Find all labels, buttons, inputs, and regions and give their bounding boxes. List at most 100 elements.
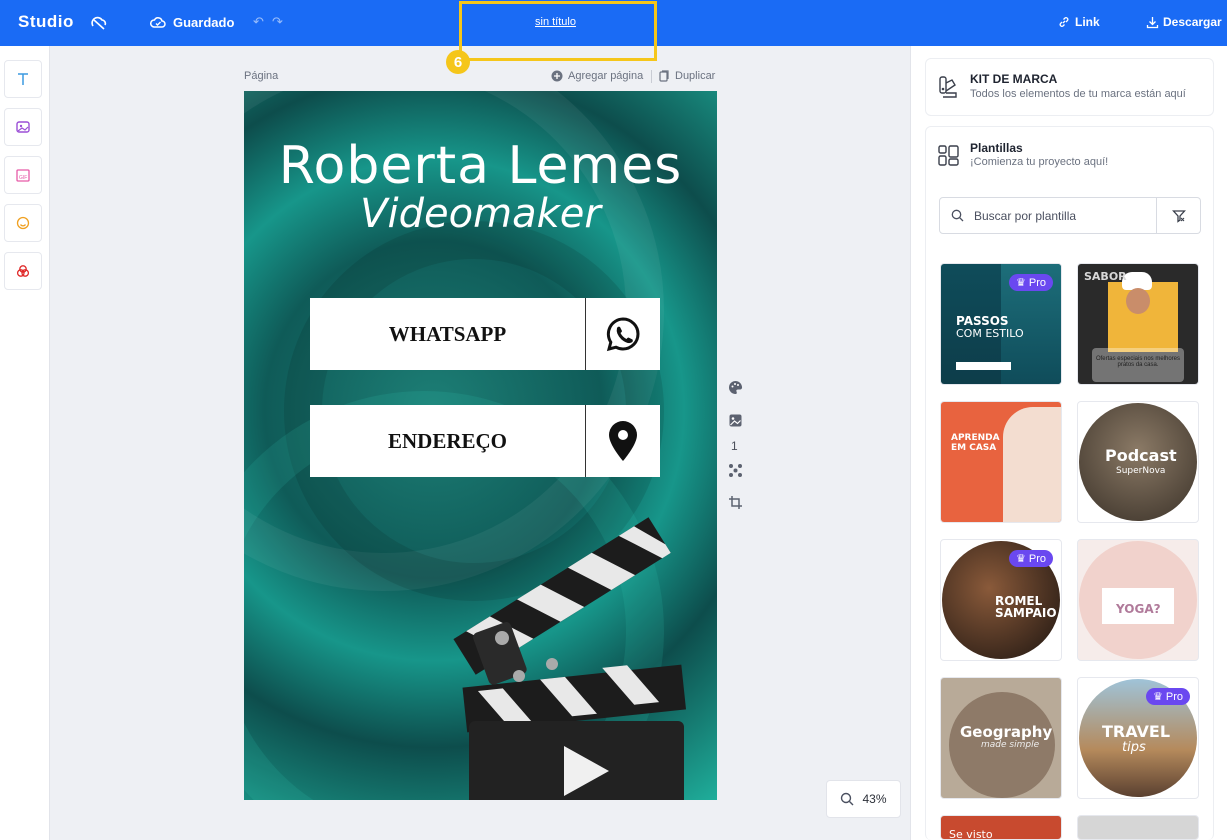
- step-badge: 6: [446, 50, 470, 74]
- search-placeholder: Buscar por plantilla: [974, 208, 1077, 223]
- design-role-text[interactable]: Videomaker: [244, 191, 717, 237]
- zoom-icon: [841, 792, 854, 806]
- link-label: Link: [1075, 15, 1100, 29]
- zoom-level: 43%: [862, 792, 887, 806]
- saved-label: Guardado: [173, 15, 235, 30]
- app-logo[interactable]: Studio: [18, 12, 74, 32]
- template-text: SAMPAIO: [995, 606, 1057, 620]
- cloud-sync-icon[interactable]: [90, 14, 108, 32]
- whatsapp-icon: [606, 317, 640, 352]
- whatsapp-cta[interactable]: WHATSAPP: [310, 298, 660, 370]
- palette-icon[interactable]: [728, 380, 743, 395]
- pro-label: Pro: [1028, 552, 1046, 565]
- sticker-tool-button[interactable]: [4, 204, 42, 242]
- design-name-text[interactable]: Roberta Lemes: [244, 136, 717, 196]
- design-canvas[interactable]: Roberta Lemes Videomaker WHATSAPP ENDERE…: [244, 91, 717, 800]
- template-text: Geography: [960, 723, 1053, 741]
- address-cta[interactable]: ENDEREÇO: [310, 405, 660, 477]
- template-text: SABOR: [1084, 270, 1127, 283]
- duplicate-button[interactable]: Duplicar: [659, 70, 715, 82]
- template-text: SuperNova: [1116, 466, 1166, 476]
- template-thumbnail[interactable]: ♛ Pro ROMEL SAMPAIO: [940, 539, 1062, 661]
- cloud-check-icon: [150, 16, 166, 28]
- template-filter-button[interactable]: [1157, 197, 1201, 234]
- template-thumbnail[interactable]: Podcast SuperNova: [1077, 401, 1199, 523]
- brand-kit-subtitle: Todos los elementos de tu marca están aq…: [970, 88, 1186, 100]
- title-highlight-box: [459, 1, 657, 61]
- template-text: YOGA?: [1116, 602, 1161, 616]
- templates-grid-icon: [938, 145, 959, 166]
- crown-icon: ♛: [1016, 553, 1026, 565]
- svg-text:GIF: GIF: [19, 175, 27, 181]
- download-label: Descargar: [1163, 15, 1222, 29]
- crown-icon: ♛: [1016, 277, 1026, 289]
- filter-icon: [1171, 209, 1186, 223]
- template-thumbnail[interactable]: SABOR Ofertas especiais nos melhores pra…: [1077, 263, 1199, 385]
- background-image-icon[interactable]: [728, 413, 743, 428]
- pro-badge: ♛ Pro: [1146, 688, 1190, 705]
- right-panel: KIT DE MARCA Todos los elementos de tu m…: [910, 46, 1227, 840]
- template-thumbnail[interactable]: Geography made simple: [940, 677, 1062, 799]
- template-text: tips: [1122, 740, 1146, 755]
- smiley-icon: [16, 216, 30, 230]
- pro-label: Pro: [1028, 276, 1046, 289]
- chef-face-shape: [1126, 288, 1150, 314]
- templates-title: Plantillas: [970, 141, 1023, 155]
- color-circles-icon: [16, 265, 30, 277]
- template-search-input[interactable]: Buscar por plantilla: [939, 197, 1157, 234]
- download-icon: [1146, 16, 1159, 28]
- gif-tool-button[interactable]: GIF: [4, 156, 42, 194]
- templates-subtitle: ¡Comienza tu proyecto aquí!: [970, 156, 1109, 168]
- redo-icon[interactable]: ↷: [272, 14, 283, 30]
- link-button[interactable]: Link: [1058, 15, 1100, 29]
- template-thumbnail[interactable]: [1077, 815, 1199, 840]
- left-toolbar: GIF: [0, 46, 50, 840]
- brand-kit-icon: [939, 76, 957, 98]
- template-text: PASSOS: [956, 314, 1009, 328]
- template-button-shape: [956, 362, 1011, 370]
- copy-icon: [659, 70, 669, 82]
- clapperboard-illustration: [453, 517, 687, 800]
- plus-circle-icon: [551, 70, 563, 82]
- crop-icon[interactable]: [728, 495, 743, 510]
- image-tool-button[interactable]: [4, 108, 42, 146]
- layout-grid-icon[interactable]: [728, 463, 743, 478]
- brand-kit-card[interactable]: KIT DE MARCA Todos los elementos de tu m…: [925, 58, 1214, 116]
- template-text: Se visto: [949, 828, 993, 840]
- text-tool-button[interactable]: [4, 60, 42, 98]
- brand-kit-title: KIT DE MARCA: [970, 72, 1058, 86]
- color-tool-button[interactable]: [4, 252, 42, 290]
- template-text: APRENDA: [951, 433, 1000, 443]
- duplicate-label: Duplicar: [675, 70, 716, 82]
- saved-status: Guardado: [150, 15, 234, 30]
- download-button[interactable]: Descargar: [1146, 15, 1222, 29]
- whatsapp-cta-label: WHATSAPP: [310, 298, 586, 370]
- zoom-control[interactable]: 43%: [826, 780, 901, 818]
- image-upload-icon: [16, 121, 30, 133]
- template-text: EM CASA: [951, 443, 997, 453]
- add-page-label: Agregar página: [568, 70, 644, 82]
- page-number: 1: [731, 439, 738, 453]
- crown-icon: ♛: [1153, 691, 1163, 703]
- template-thumbnail[interactable]: Se visto: [940, 815, 1062, 840]
- page-label: Página: [244, 70, 279, 82]
- template-thumbnail[interactable]: YOGA?: [1077, 539, 1199, 661]
- text-icon: [18, 73, 28, 85]
- address-cta-label: ENDEREÇO: [310, 405, 586, 477]
- template-text: COM ESTILO: [956, 327, 1024, 340]
- template-thumbnail[interactable]: ♛ Pro TRAVEL tips: [1077, 677, 1199, 799]
- template-photo-shape: [1003, 407, 1061, 522]
- template-thumbnail[interactable]: ♛ Pro PASSOS COM ESTILO: [940, 263, 1062, 385]
- add-page-button[interactable]: Agregar página: [551, 70, 643, 82]
- undo-icon[interactable]: ↶: [253, 14, 264, 30]
- template-text: made simple: [981, 740, 1040, 750]
- location-pin-icon: [609, 421, 637, 461]
- pro-badge: ♛ Pro: [1009, 550, 1053, 567]
- template-thumbnail[interactable]: APRENDA EM CASA: [940, 401, 1062, 523]
- template-text: Ofertas especiais nos melhores pratos da…: [1092, 348, 1184, 382]
- pro-badge: ♛ Pro: [1009, 274, 1053, 291]
- template-text: Podcast: [1105, 446, 1177, 465]
- template-text: TRAVEL: [1102, 722, 1171, 741]
- link-icon: [1059, 17, 1069, 27]
- divider: [651, 70, 652, 83]
